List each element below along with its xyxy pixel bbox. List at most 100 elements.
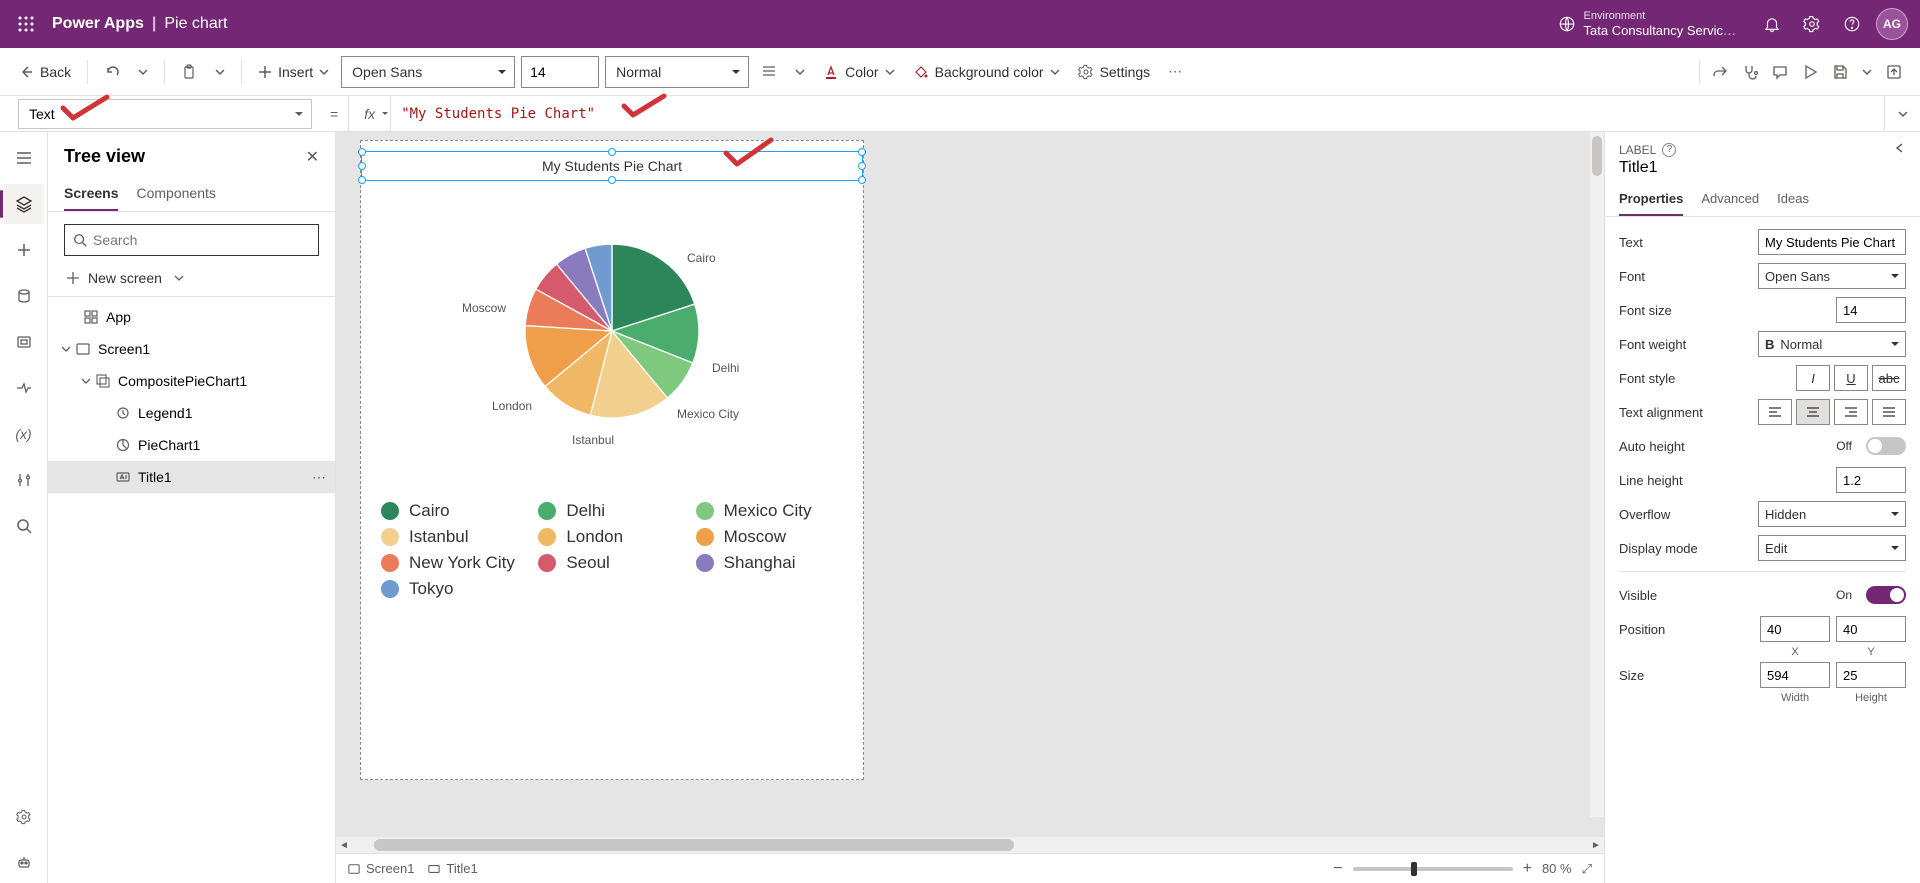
prop-fontweight-select[interactable]: BNormal xyxy=(1758,331,1906,357)
paste-dropdown[interactable] xyxy=(209,56,231,88)
checker-button[interactable] xyxy=(1736,56,1764,88)
info-icon[interactable]: ? xyxy=(1662,143,1676,157)
chevron-down-icon[interactable] xyxy=(78,376,94,386)
rail-ask[interactable] xyxy=(4,843,44,883)
tab-properties[interactable]: Properties xyxy=(1619,185,1683,216)
align-left-button[interactable] xyxy=(1758,399,1792,425)
settings-icon[interactable] xyxy=(1792,4,1832,44)
fx-button[interactable]: fx xyxy=(348,96,390,131)
legend-item[interactable]: New York City xyxy=(381,553,528,573)
user-avatar[interactable]: AG xyxy=(1872,4,1912,44)
prop-y-input[interactable] xyxy=(1836,616,1906,642)
legend-item[interactable]: Shanghai xyxy=(696,553,843,573)
scroll-right-icon[interactable]: ► xyxy=(1588,837,1604,853)
tab-screens[interactable]: Screens xyxy=(64,179,118,211)
expand-panel-icon[interactable] xyxy=(1894,142,1906,157)
undo-dropdown[interactable] xyxy=(132,56,154,88)
prop-x-input[interactable] xyxy=(1760,616,1830,642)
font-select[interactable]: Open Sans xyxy=(341,56,515,88)
help-icon[interactable] xyxy=(1832,4,1872,44)
prop-width-input[interactable] xyxy=(1760,662,1830,688)
canvas-vscrollbar[interactable] xyxy=(1590,132,1604,817)
publish-button[interactable] xyxy=(1880,56,1908,88)
legend-item[interactable]: Mexico City xyxy=(696,501,843,521)
resize-handle[interactable] xyxy=(858,162,866,170)
rail-tree-view[interactable] xyxy=(4,184,44,224)
fontsize-input[interactable] xyxy=(521,56,599,88)
share-button[interactable] xyxy=(1706,56,1734,88)
legend-item[interactable]: Seoul xyxy=(538,553,685,573)
rail-flows[interactable] xyxy=(4,368,44,408)
fontweight-select[interactable]: Normal xyxy=(605,56,749,88)
canvas-screen[interactable]: My Students Pie Chart xyxy=(360,140,864,780)
align-dropdown[interactable] xyxy=(789,56,811,88)
more-button[interactable]: ⋯ xyxy=(1162,56,1190,88)
new-screen-button[interactable]: New screen xyxy=(48,264,335,292)
resize-handle[interactable] xyxy=(608,176,616,184)
pie-chart[interactable]: CairoDelhiMexico CityIstanbulLondonMosco… xyxy=(361,231,863,431)
breadcrumb-screen[interactable]: Screen1 xyxy=(348,861,414,876)
tree-item-legend[interactable]: Legend1 xyxy=(48,397,335,429)
align-button[interactable] xyxy=(755,56,783,88)
zoom-slider[interactable] xyxy=(1353,867,1513,871)
legend-item[interactable]: Istanbul xyxy=(381,527,528,547)
comments-button[interactable] xyxy=(1766,56,1794,88)
notifications-icon[interactable] xyxy=(1752,4,1792,44)
tab-components[interactable]: Components xyxy=(136,179,215,211)
legend-item[interactable]: Tokyo xyxy=(381,579,528,599)
scroll-left-icon[interactable]: ◄ xyxy=(336,837,352,853)
prop-displaymode-select[interactable]: Edit xyxy=(1758,535,1906,561)
rail-settings[interactable] xyxy=(4,797,44,837)
rail-variables[interactable]: (x) xyxy=(4,414,44,454)
color-button[interactable]: Color xyxy=(817,56,900,88)
rail-search[interactable] xyxy=(4,506,44,546)
prop-lineheight-input[interactable] xyxy=(1836,467,1906,493)
resize-handle[interactable] xyxy=(358,176,366,184)
align-justify-button[interactable] xyxy=(1872,399,1906,425)
more-icon[interactable]: ⋯ xyxy=(312,469,327,486)
zoom-out-button[interactable]: − xyxy=(1333,860,1342,878)
legend-item[interactable]: London xyxy=(538,527,685,547)
tree-item-composite[interactable]: CompositePieChart1 xyxy=(48,365,335,397)
tree-item-screen1[interactable]: Screen1 xyxy=(48,333,335,365)
rail-media[interactable] xyxy=(4,322,44,362)
tree-search-input[interactable] xyxy=(93,232,310,248)
property-selector[interactable]: Text xyxy=(18,99,312,129)
tree-item-title1[interactable]: Title1 ⋯ xyxy=(48,461,335,493)
bgcolor-button[interactable]: Background color xyxy=(907,56,1066,88)
legend-item[interactable]: Moscow xyxy=(696,527,843,547)
zoom-in-button[interactable]: + xyxy=(1523,860,1532,878)
strike-button[interactable]: abc xyxy=(1872,365,1906,391)
align-center-button[interactable] xyxy=(1796,399,1830,425)
tree-item-app[interactable]: App xyxy=(48,301,335,333)
selected-control[interactable]: My Students Pie Chart xyxy=(361,151,863,181)
environment-picker[interactable]: Environment Tata Consultancy Servic… xyxy=(1558,10,1736,39)
autoheight-toggle[interactable] xyxy=(1866,437,1906,455)
formula-input[interactable] xyxy=(390,96,1884,131)
settings-button[interactable]: Settings xyxy=(1072,56,1157,88)
legend-item[interactable]: Cairo xyxy=(381,501,528,521)
resize-handle[interactable] xyxy=(358,162,366,170)
rail-hamburger[interactable] xyxy=(4,138,44,178)
app-launcher-icon[interactable] xyxy=(8,6,44,42)
rail-data[interactable] xyxy=(4,276,44,316)
save-button[interactable] xyxy=(1826,56,1854,88)
tab-advanced[interactable]: Advanced xyxy=(1701,185,1759,216)
paste-button[interactable] xyxy=(175,56,203,88)
align-right-button[interactable] xyxy=(1834,399,1868,425)
prop-overflow-select[interactable]: Hidden xyxy=(1758,501,1906,527)
resize-handle[interactable] xyxy=(858,148,866,156)
canvas-hscrollbar[interactable]: ◄ ► xyxy=(336,837,1604,853)
rail-tools[interactable] xyxy=(4,460,44,500)
tree-search[interactable] xyxy=(64,224,319,256)
visible-toggle[interactable] xyxy=(1866,586,1906,604)
italic-button[interactable]: I xyxy=(1796,365,1830,391)
breadcrumb-title[interactable]: Title1 xyxy=(428,861,477,876)
prop-font-select[interactable]: Open Sans xyxy=(1758,263,1906,289)
resize-handle[interactable] xyxy=(358,148,366,156)
prop-fontsize-input[interactable] xyxy=(1836,297,1906,323)
fit-button[interactable]: ⤢ xyxy=(1582,861,1592,877)
underline-button[interactable]: U xyxy=(1834,365,1868,391)
formula-expand-button[interactable] xyxy=(1884,96,1920,131)
legend-item[interactable]: Delhi xyxy=(538,501,685,521)
